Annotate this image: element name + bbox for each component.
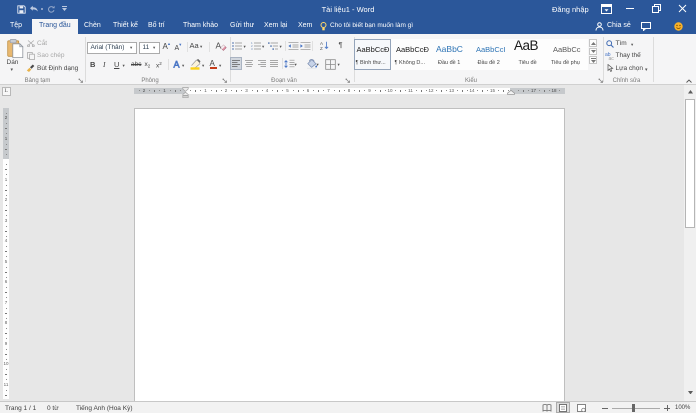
svg-text:Z: Z — [320, 46, 323, 50]
svg-text:ac: ac — [608, 56, 614, 60]
svg-text:A: A — [216, 41, 222, 51]
svg-text:3: 3 — [251, 47, 253, 50]
svg-text:A: A — [173, 60, 179, 70]
